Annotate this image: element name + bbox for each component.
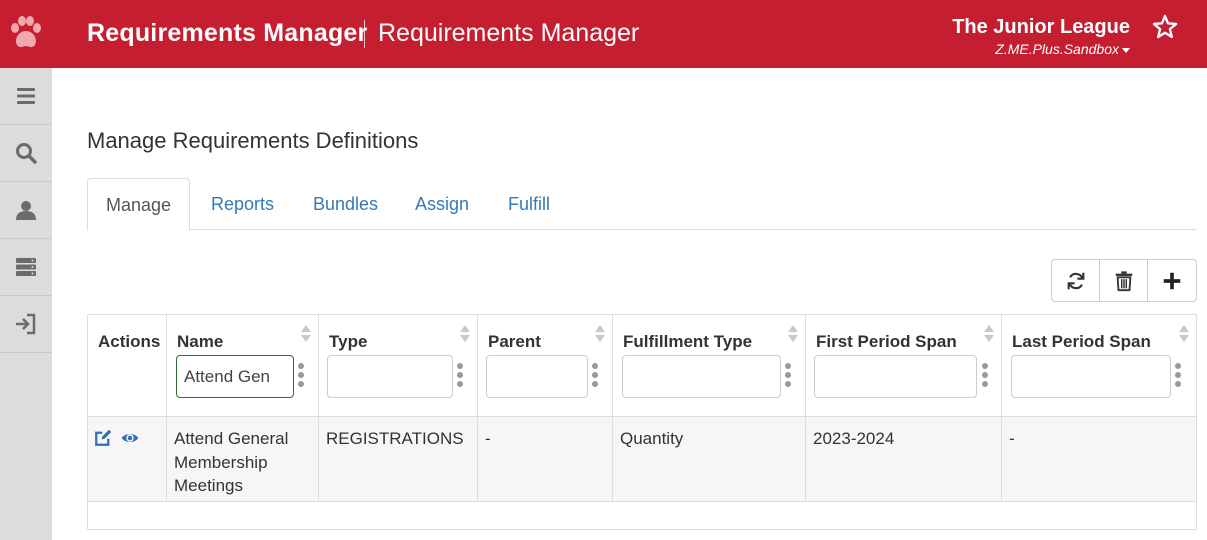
sort-icon[interactable] xyxy=(595,324,605,344)
trash-icon xyxy=(1115,270,1132,291)
delete-button[interactable] xyxy=(1100,260,1148,301)
column-fulfillment-type: Fulfillment Type xyxy=(613,315,806,416)
table-header-row: Actions Name Type Parent Fulfillment Typ… xyxy=(88,315,1196,417)
sidebar-item-menu[interactable] xyxy=(0,68,52,125)
column-menu-icon[interactable] xyxy=(982,363,988,387)
column-actions: Actions xyxy=(88,315,167,416)
sidebar-item-logout[interactable] xyxy=(0,296,52,353)
column-header-label: Actions xyxy=(98,332,161,351)
column-header-label: Fulfillment Type xyxy=(623,332,753,351)
row-actions xyxy=(94,429,139,447)
sidebar-item-server[interactable] xyxy=(0,239,52,296)
column-parent: Parent xyxy=(478,315,613,416)
column-header-label: Name xyxy=(177,332,224,351)
title-divider xyxy=(364,20,365,48)
page-title: Manage Requirements Definitions xyxy=(87,128,419,153)
tab-bar: Manage Reports Bundles Assign Fulfill xyxy=(87,178,1197,231)
environment-selector[interactable]: Z.ME.Plus.Sandbox xyxy=(995,41,1130,57)
column-header-label: Parent xyxy=(488,332,541,351)
plus-icon xyxy=(1163,272,1181,289)
sort-icon[interactable] xyxy=(788,324,798,344)
requirement-first-period-span: 2023-2024 xyxy=(813,429,895,448)
column-first-period-span: First Period Span xyxy=(806,315,1002,416)
menu-icon xyxy=(17,88,35,104)
requirement-fulfillment-type: Quantity xyxy=(620,429,684,448)
name-filter-input[interactable] xyxy=(176,355,294,398)
requirement-parent: - xyxy=(485,429,491,448)
refresh-icon xyxy=(1067,272,1084,289)
requirements-table: Actions Name Type Parent Fulfillment Typ… xyxy=(87,314,1197,530)
tab-assign[interactable]: Assign xyxy=(415,178,469,230)
tab-fulfill[interactable]: Fulfill xyxy=(508,178,550,230)
sort-icon[interactable] xyxy=(301,324,311,344)
sidebar-item-user[interactable] xyxy=(0,182,52,239)
last-period-span-filter-input[interactable] xyxy=(1011,355,1171,398)
edit-icon[interactable] xyxy=(94,429,112,447)
parent-cell: - xyxy=(478,417,613,501)
caret-down-icon xyxy=(1122,47,1130,53)
column-header-label: Type xyxy=(329,332,368,351)
column-menu-icon[interactable] xyxy=(592,363,598,387)
last-period-span-cell: - xyxy=(1002,417,1196,501)
refresh-button[interactable] xyxy=(1052,260,1100,301)
column-header-label: Last Period Span xyxy=(1012,332,1151,351)
column-type: Type xyxy=(319,315,478,416)
fulfillment-type-cell: Quantity xyxy=(613,417,806,501)
organization-name: The Junior League xyxy=(952,16,1130,38)
tab-manage[interactable]: Manage xyxy=(87,178,191,231)
type-cell: REGISTRATIONS xyxy=(319,417,478,501)
view-icon[interactable] xyxy=(121,429,139,447)
requirement-name: Attend General Membership Meetings xyxy=(174,429,289,495)
paw-logo-icon[interactable] xyxy=(8,14,44,54)
server-icon xyxy=(16,258,36,276)
sort-icon[interactable] xyxy=(1179,324,1189,344)
requirement-type: REGISTRATIONS xyxy=(326,429,464,448)
actions-cell xyxy=(88,417,167,501)
column-last-period-span: Last Period Span xyxy=(1002,315,1196,416)
logout-icon xyxy=(16,313,36,335)
sort-icon[interactable] xyxy=(984,324,994,344)
search-icon xyxy=(16,143,37,164)
toolbar-button-group xyxy=(1051,259,1197,302)
first-period-span-filter-input[interactable] xyxy=(814,355,977,398)
fulfillment-type-filter-input[interactable] xyxy=(622,355,781,398)
tab-bundles[interactable]: Bundles xyxy=(313,178,378,230)
column-header-label: First Period Span xyxy=(816,332,957,351)
sort-icon[interactable] xyxy=(460,324,470,344)
column-menu-icon[interactable] xyxy=(457,363,463,387)
star-icon[interactable] xyxy=(1151,13,1179,41)
column-menu-icon[interactable] xyxy=(1175,363,1181,387)
app-title: Requirements Manager xyxy=(87,19,368,47)
tab-reports[interactable]: Reports xyxy=(211,178,274,230)
top-header: Requirements Manager Requirements Manage… xyxy=(0,0,1207,68)
type-filter-input[interactable] xyxy=(327,355,453,398)
add-button[interactable] xyxy=(1148,260,1196,301)
column-menu-icon[interactable] xyxy=(298,363,304,387)
sidebar-item-search[interactable] xyxy=(0,125,52,182)
column-menu-icon[interactable] xyxy=(785,363,791,387)
name-cell: Attend General Membership Meetings xyxy=(167,417,319,501)
parent-filter-input[interactable] xyxy=(486,355,588,398)
app-subtitle: Requirements Manager xyxy=(378,19,640,47)
environment-label: Z.ME.Plus.Sandbox xyxy=(995,41,1119,57)
user-icon xyxy=(16,201,36,220)
first-period-span-cell: 2023-2024 xyxy=(806,417,1002,501)
requirement-last-period-span: - xyxy=(1009,429,1015,448)
sidebar xyxy=(0,68,52,540)
column-name: Name xyxy=(167,315,319,416)
table-row[interactable]: Attend General Membership Meetings REGIS… xyxy=(88,417,1196,502)
